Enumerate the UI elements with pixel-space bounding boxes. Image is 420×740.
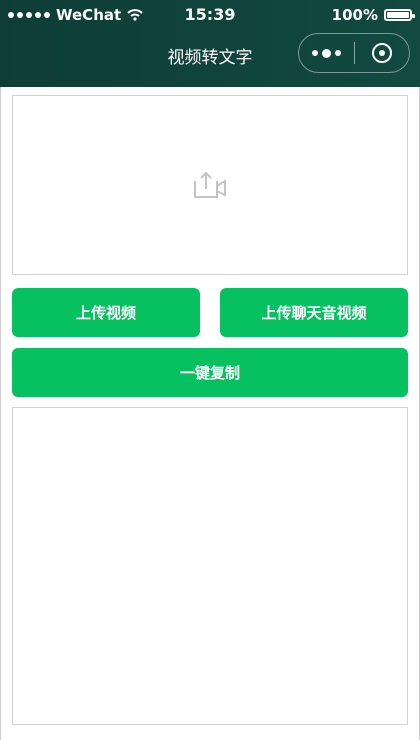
upload-video-button[interactable]: 上传视频 bbox=[12, 288, 200, 337]
more-dot-icon bbox=[322, 48, 331, 58]
result-textarea[interactable] bbox=[12, 407, 408, 725]
more-dot-icon bbox=[312, 50, 318, 56]
upload-chat-video-button[interactable]: 上传聊天音视频 bbox=[220, 288, 408, 337]
top-bar: WeChat 15:39 100% 视频转文字 bbox=[0, 0, 420, 87]
target-close-icon bbox=[371, 43, 392, 63]
status-right: 100% bbox=[331, 6, 415, 24]
status-bar: WeChat 15:39 100% bbox=[0, 0, 420, 30]
more-button[interactable] bbox=[299, 34, 354, 72]
mini-program-capsule bbox=[298, 33, 410, 73]
upload-icon bbox=[194, 171, 226, 198]
battery-icon bbox=[384, 9, 415, 21]
close-button[interactable] bbox=[355, 34, 409, 72]
copy-all-button[interactable]: 一键复制 bbox=[12, 348, 408, 397]
more-dot-icon bbox=[335, 50, 341, 56]
upload-area[interactable] bbox=[12, 95, 408, 275]
battery-percent: 100% bbox=[331, 6, 378, 24]
